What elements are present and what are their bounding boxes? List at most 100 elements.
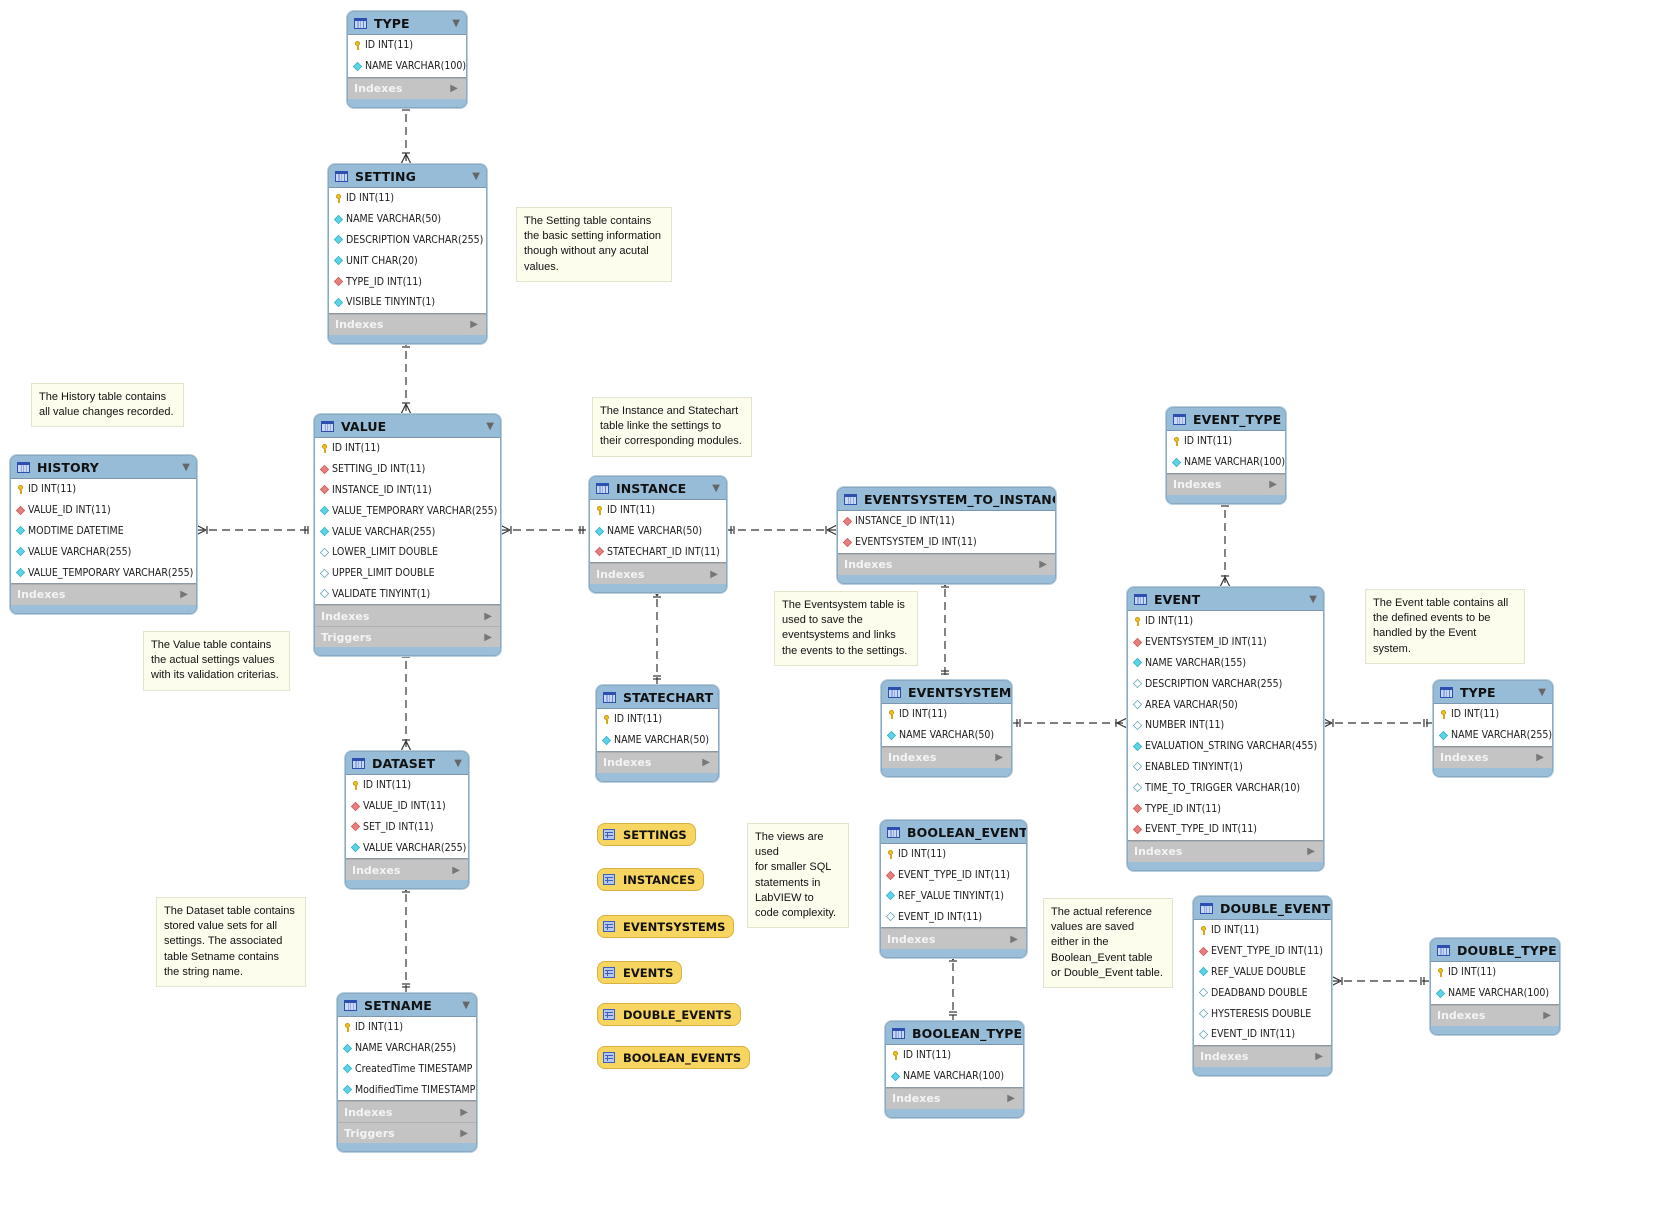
table-header[interactable]: STATECHART▼ [597,686,718,708]
table-header[interactable]: INSTANCE ▼ [590,477,726,499]
column-row[interactable]: EVENT_ID INT(11) [881,906,1026,927]
table-boolean-event[interactable]: BOOLEAN_EVENT▼ ID INT(11) EVENT_TYPE_ID IN… [880,820,1027,959]
column-row[interactable]: TYPE_ID INT(11) [1128,798,1323,819]
column-row[interactable]: DESCRIPTION VARCHAR(255) [1128,673,1323,694]
indexes-section[interactable]: Indexes ▶ [338,1101,476,1123]
expand-arrow-icon[interactable]: ▶ [1269,479,1277,490]
table-header[interactable]: HISTORY ▼ [11,456,196,478]
column-row[interactable]: VALUE_ID INT(11) [11,500,196,521]
expand-arrow-icon[interactable]: ▶ [702,757,710,768]
expand-arrow-icon[interactable]: ▶ [1010,934,1018,945]
indexes-section[interactable]: Indexes ▶ [1194,1045,1331,1067]
column-row[interactable]: VALUE_TEMPORARY VARCHAR(255) [315,500,500,521]
view-eventsystems[interactable]: EVENTSYSTEMS [597,915,735,938]
expand-arrow-icon[interactable]: ▶ [1315,1051,1323,1062]
collapse-caret-icon[interactable]: ▼ [486,421,494,432]
expand-arrow-icon[interactable]: ▶ [1543,1010,1551,1021]
column-row[interactable]: ID INT(11) [11,479,196,500]
collapse-caret-icon[interactable]: ▼ [452,18,460,29]
expand-arrow-icon[interactable]: ▶ [460,1128,468,1139]
column-row[interactable]: VISIBLE TINYINT(1) [329,292,486,313]
indexes-section[interactable]: Indexes ▶ [315,605,500,627]
column-row[interactable]: ID INT(11) [882,704,1011,725]
expand-arrow-icon[interactable]: ▶ [710,569,718,580]
table-instance[interactable]: INSTANCE ▼ ID INT(11) NAME VARCHAR(50) STATE… [589,476,727,594]
note-dataset[interactable]: The Dataset table contains stored value … [156,897,306,988]
collapse-caret-icon[interactable]: ▼ [717,692,718,703]
collapse-caret-icon[interactable]: ▼ [454,758,462,769]
column-row[interactable]: EVENT_ID INT(11) [1194,1024,1331,1045]
collapse-caret-icon[interactable]: ▼ [462,1000,470,1011]
column-row[interactable]: ID INT(11) [1431,962,1559,983]
table-header[interactable]: VALUE ▼ [315,415,500,437]
column-row[interactable]: NAME VARCHAR(155) [1128,653,1323,674]
table-header[interactable]: TYPE ▼ [1434,681,1552,703]
note-reference[interactable]: The actual reference values are saved ei… [1043,898,1173,989]
column-row[interactable]: NAME VARCHAR(50) [590,521,726,542]
view-double-events[interactable]: DOUBLE_EVENTS [597,1003,741,1026]
view-settings[interactable]: SETTINGS [597,823,696,846]
indexes-section[interactable]: Indexes ▶ [1128,840,1323,862]
note-setting[interactable]: The Setting table contains the basic set… [516,207,672,282]
note-eventsystem[interactable]: The Eventsystem table is used to save th… [774,591,918,666]
column-row[interactable]: SET_ID INT(11) [346,817,468,838]
column-row[interactable]: CreatedTime TIMESTAMP [338,1059,476,1080]
column-row[interactable]: EVENT_TYPE_ID INT(11) [1128,819,1323,840]
indexes-section[interactable]: Indexes ▶ [886,1087,1023,1109]
expand-arrow-icon[interactable]: ▶ [1536,752,1544,763]
collapse-caret-icon[interactable]: ▼ [1538,687,1546,698]
table-setname[interactable]: SETNAME ▼ ID INT(11) NAME VARCHAR(255) Creat… [337,993,477,1153]
column-row[interactable]: VALUE VARCHAR(255) [315,521,500,542]
table-type-top[interactable]: TYPE ▼ ID INT(11) NAME VARCHAR(100) Indexes ▶ [347,11,467,108]
table-header[interactable]: TYPE ▼ [348,12,466,34]
note-views[interactable]: The views are used for smaller SQL state… [747,823,849,929]
table-header[interactable]: BOOLEAN_EVENT▼ [881,821,1026,843]
indexes-section[interactable]: Indexes ▶ [348,77,466,99]
indexes-section[interactable]: Indexes ▶ [597,751,718,773]
column-row[interactable]: ID INT(11) [590,500,726,521]
expand-arrow-icon[interactable]: ▶ [460,1107,468,1118]
indexes-section[interactable]: Indexes ▶ [590,563,726,585]
view-boolean-events[interactable]: BOOLEAN_EVENTS [597,1046,751,1069]
table-header[interactable]: EVENTSYSTEM▼ [882,681,1011,703]
column-row[interactable]: ID INT(11) [346,775,468,796]
column-row[interactable]: REF_VALUE TINYINT(1) [881,886,1026,907]
column-row[interactable]: ID INT(11) [348,35,466,56]
column-row[interactable]: DESCRIPTION VARCHAR(255) [329,230,486,251]
column-row[interactable]: REF_VALUE DOUBLE [1194,962,1331,983]
indexes-section[interactable]: Indexes ▶ [11,583,196,605]
expand-arrow-icon[interactable]: ▶ [484,611,492,622]
expand-arrow-icon[interactable]: ▶ [1007,1093,1015,1104]
table-history[interactable]: HISTORY ▼ ID INT(11) VALUE_ID INT(11) MODTIM… [10,455,197,614]
table-header[interactable]: EVENTSYSTEM_TO_INSTANCE▼ [838,488,1055,510]
triggers-section[interactable]: Triggers ▶ [315,626,500,648]
column-row[interactable]: NAME VARCHAR(100) [1167,452,1285,473]
column-row[interactable]: ID INT(11) [1167,431,1285,452]
collapse-caret-icon[interactable]: ▼ [1309,594,1317,605]
table-double-event[interactable]: DOUBLE_EVENT▼ ID INT(11) EVENT_TYPE_ID INT… [1193,896,1332,1076]
column-row[interactable]: NUMBER INT(11) [1128,715,1323,736]
column-row[interactable]: VALUE VARCHAR(255) [346,837,468,858]
column-row[interactable]: VALUE VARCHAR(255) [11,541,196,562]
expand-arrow-icon[interactable]: ▶ [450,83,458,94]
collapse-caret-icon[interactable]: ▼ [182,462,190,473]
table-header[interactable]: EVENT_TYPE▼ [1167,408,1285,430]
indexes-section[interactable]: Indexes ▶ [838,553,1055,575]
note-event[interactable]: The Event table contains all the defined… [1365,589,1525,664]
expand-arrow-icon[interactable]: ▶ [452,865,460,876]
column-row[interactable]: HYSTERESIS DOUBLE [1194,1003,1331,1024]
note-history[interactable]: The History table contains all value cha… [31,383,184,428]
view-instances[interactable]: INSTANCES [597,868,705,891]
column-row[interactable]: ID INT(11) [329,188,486,209]
column-row[interactable]: NAME VARCHAR(100) [886,1066,1023,1087]
column-row[interactable]: DEADBAND DOUBLE [1194,982,1331,1003]
expand-arrow-icon[interactable]: ▶ [484,632,492,643]
indexes-section[interactable]: Indexes ▶ [882,746,1011,768]
indexes-section[interactable]: Indexes ▶ [1431,1004,1559,1026]
column-row[interactable]: ID INT(11) [1434,704,1552,725]
view-events[interactable]: EVENTS [597,961,683,984]
table-double-type[interactable]: DOUBLE_TYPE▼ID INT(11)NAME VARCHAR(100)I… [1430,938,1560,1035]
column-row[interactable]: NAME VARCHAR(50) [329,209,486,230]
column-row[interactable]: ENABLED TINYINT(1) [1128,757,1323,778]
table-boolean-type[interactable]: BOOLEAN_TYPE▼ ID INT(11) NAME VARCHAR(100)… [885,1021,1024,1118]
